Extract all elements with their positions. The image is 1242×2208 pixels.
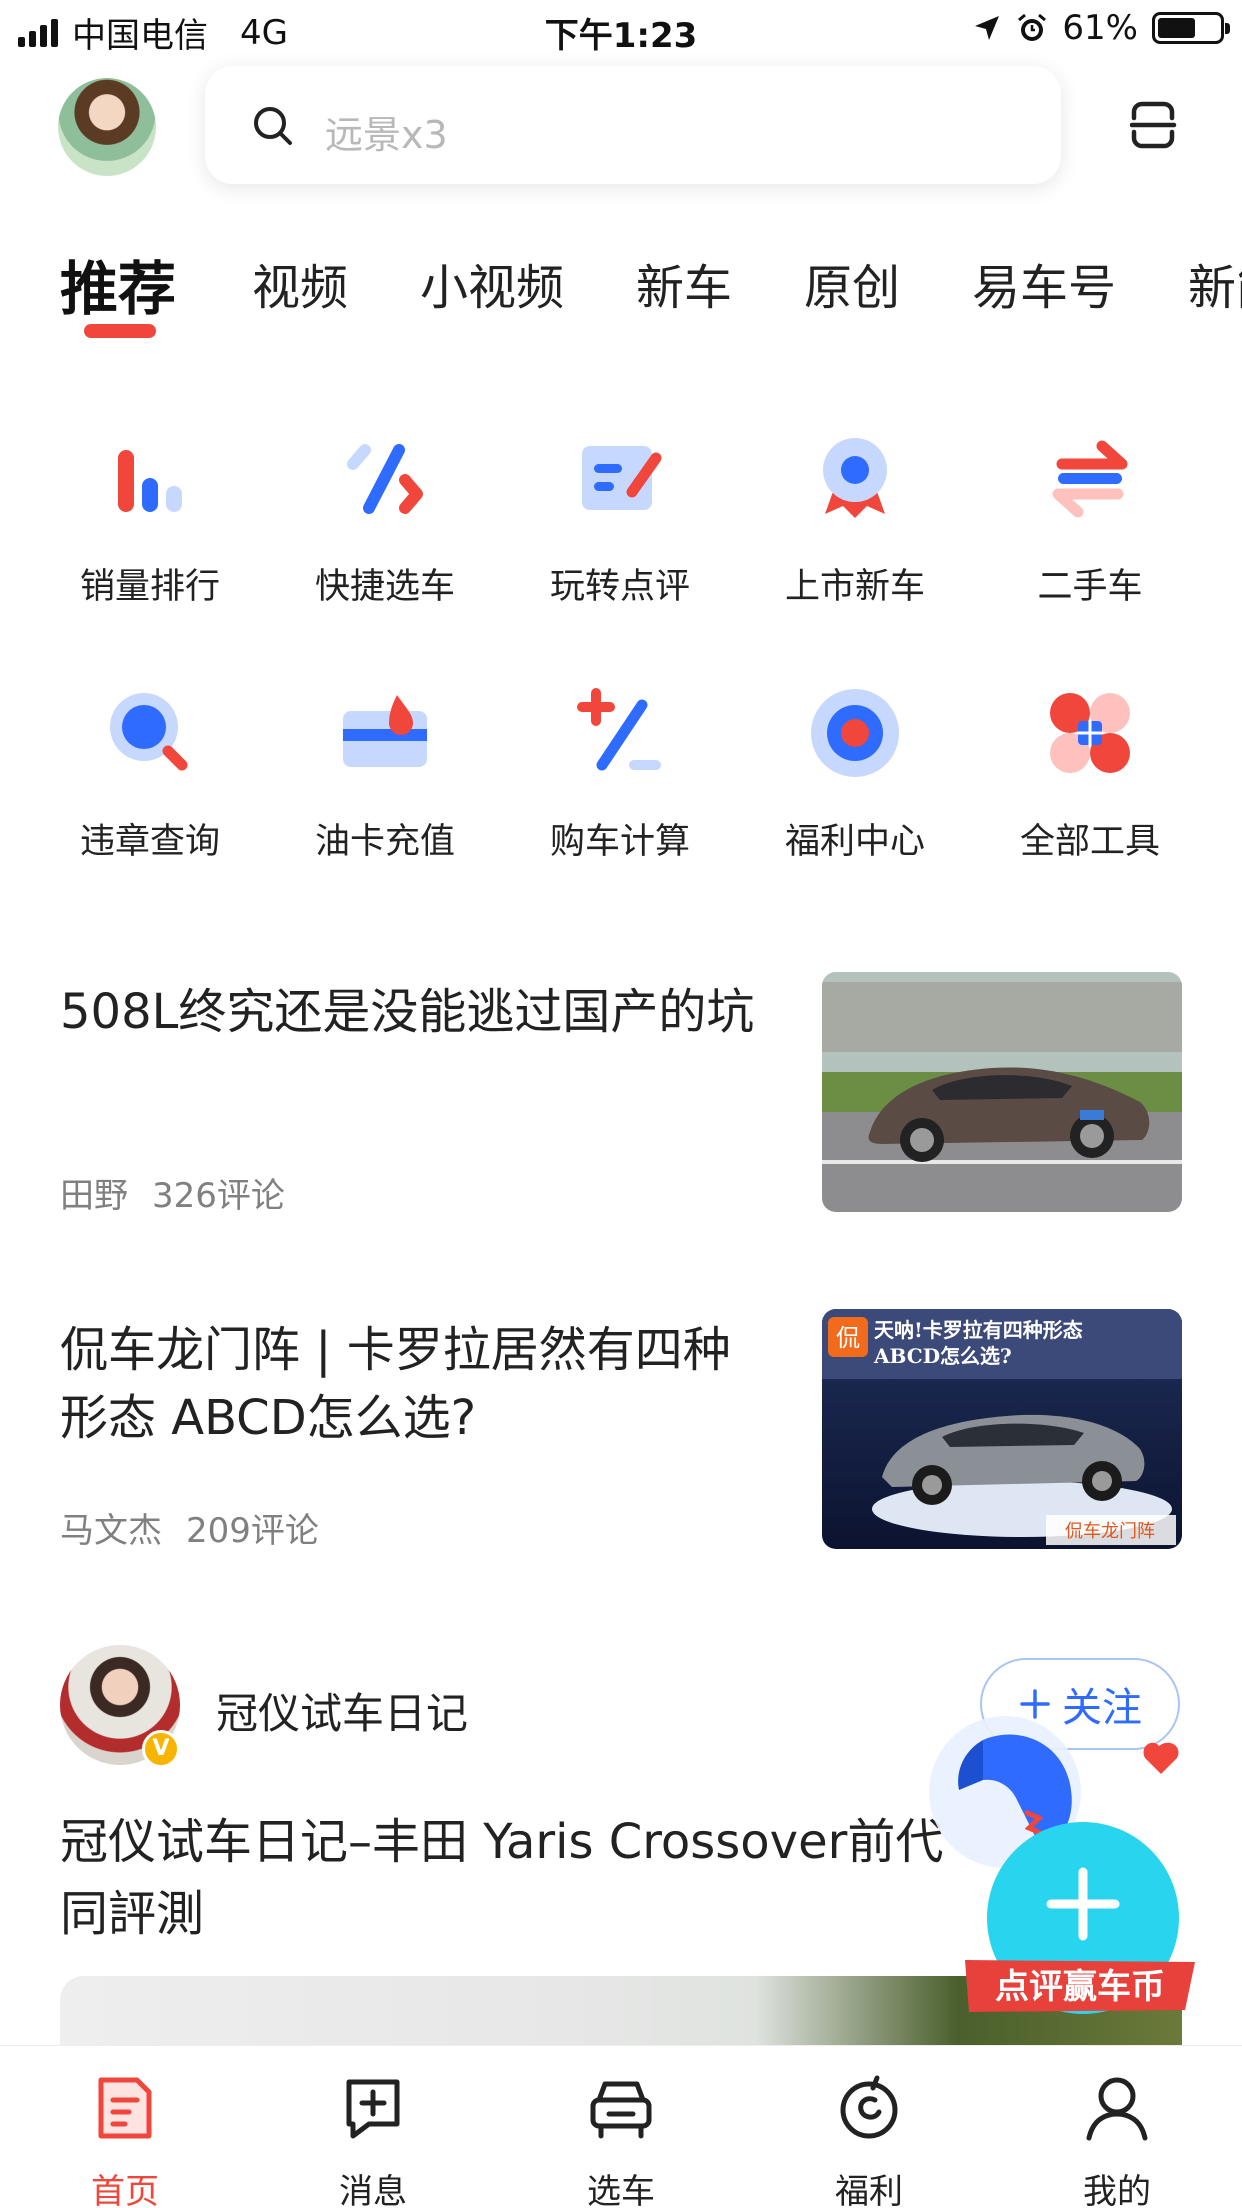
tool-label: 二手车 [1037, 567, 1143, 607]
article-meta: 田野 326评论 [60, 1168, 285, 1217]
car-photo-peugeot [822, 972, 1182, 1212]
article-thumbnail[interactable] [822, 972, 1182, 1212]
tool-label: 玩转点评 [549, 567, 690, 607]
tool-label: 油卡充值 [314, 822, 455, 862]
article-thumbnail[interactable]: 侃 天呐!卡罗拉有四种形态 ABCD怎么选? 侃车龙门阵 [822, 1309, 1182, 1549]
tool-sales-rank[interactable]: 销量排行 [32, 428, 268, 609]
tool-all-tools[interactable]: 全部工具 [972, 683, 1208, 864]
author-name[interactable]: 冠仪试车日记 [216, 1680, 468, 1741]
tab-new-energy[interactable]: 新能 [1188, 248, 1242, 318]
verified-badge: V [142, 1730, 180, 1768]
post-title[interactable]: 冠仪试车日记–丰田 Yaris Crossover前代 同評測 [60, 1806, 1060, 1950]
article-title-line: 形态 ABCD怎么选? [60, 1390, 477, 1446]
article-title-line: 508L终究还是没能逃过国产的坑 [60, 984, 755, 1040]
status-right: 61% [972, 8, 1230, 48]
message-icon [346, 2079, 400, 2139]
scan-icon[interactable] [1128, 100, 1178, 150]
article-title[interactable]: 508L终究还是没能逃过国产的坑 [60, 978, 800, 1046]
sales-rank-icon [118, 450, 182, 512]
tool-label: 快捷选车 [314, 567, 455, 607]
nav-benefit[interactable]: 福利 [789, 2070, 949, 2208]
article-author: 马文杰 [60, 1511, 162, 1551]
tool-fuel-card[interactable]: 油卡充值 [267, 683, 503, 864]
search-placeholder: 远景x3 [325, 113, 448, 157]
tool-label: 违章查询 [79, 822, 220, 862]
alarm-icon [1018, 13, 1047, 41]
mascot-icon: 点评赢车币 [929, 1716, 1195, 2014]
benefit-center-icon [811, 689, 899, 777]
used-car-arrows-icon [1052, 440, 1128, 518]
user-avatar[interactable] [58, 78, 156, 176]
thumb-logo-text: 侃 [836, 1324, 860, 1352]
category-tabs: 推荐 视频 小视频 新车 原创 易车号 新能 [0, 238, 1242, 348]
status-bar: 中国电信 4G 下午1:23 61% [0, 0, 1242, 62]
widget-label: 点评赢车币 [995, 1967, 1165, 2007]
tool-review[interactable]: 玩转点评 [502, 428, 738, 609]
thumb-headline-2: ABCD怎么选? [873, 1344, 1012, 1368]
calculator-icon [577, 688, 661, 771]
tool-label: 全部工具 [1019, 822, 1160, 862]
tool-label: 销量排行 [79, 567, 220, 607]
new-car-badge-icon [823, 438, 887, 518]
fuel-card-icon [343, 695, 427, 767]
battery-percent: 61% [1062, 8, 1138, 48]
article-comments: 209评论 [186, 1511, 319, 1551]
tool-label: 上市新车 [784, 567, 925, 607]
tool-used-car[interactable]: 二手车 [972, 428, 1208, 609]
quick-pick-icon [347, 444, 423, 514]
benefit-icon [840, 2075, 898, 2139]
thumb-headline: 天呐!卡罗拉有四种形态 [874, 1318, 1083, 1342]
tab-video[interactable]: 视频 [252, 248, 348, 318]
thumb-brand: 侃车龙门阵 [1065, 1521, 1155, 1542]
battery-fill [1158, 18, 1195, 38]
nav-label: 选车 [587, 2172, 655, 2208]
violation-search-icon [110, 693, 188, 771]
tab-recommend[interactable]: 推荐 [60, 242, 176, 326]
article-title[interactable]: 侃车龙门阵 | 卡罗拉居然有四种 形态 ABCD怎么选? [60, 1316, 800, 1452]
tool-calculator[interactable]: 购车计算 [502, 683, 738, 864]
home-icon [98, 2077, 152, 2139]
profile-icon [1086, 2077, 1148, 2141]
tab-new-car[interactable]: 新车 [636, 248, 732, 318]
review-icon [582, 446, 662, 510]
car-photo-corolla: 侃 天呐!卡罗拉有四种形态 ABCD怎么选? 侃车龙门阵 [822, 1309, 1182, 1549]
nav-label: 我的 [1083, 2172, 1151, 2208]
post-title-line: 同評測 [60, 1886, 205, 1942]
nav-label: 福利 [835, 2172, 903, 2208]
tool-benefit-center[interactable]: 福利中心 [737, 683, 973, 864]
post-title-line: 冠仪试车日记–丰田 Yaris Crossover前代 [60, 1814, 944, 1870]
tool-quick-pick[interactable]: 快捷选车 [267, 428, 503, 609]
nav-profile[interactable]: 我的 [1037, 2070, 1197, 2208]
location-icon [975, 16, 1000, 40]
tab-yiche-hao[interactable]: 易车号 [972, 248, 1116, 318]
article-comments: 326评论 [152, 1176, 285, 1216]
all-tools-icon [1050, 693, 1130, 773]
review-reward-widget[interactable]: 点评赢车币 [925, 1700, 1195, 2030]
battery-icon [1152, 12, 1230, 44]
tool-violation-search[interactable]: 违章查询 [32, 683, 268, 864]
tab-short-video[interactable]: 小视频 [420, 248, 564, 318]
tool-label: 购车计算 [549, 822, 690, 862]
tool-label: 福利中心 [784, 822, 925, 862]
nav-car-select[interactable]: 选车 [541, 2070, 701, 2208]
tab-original[interactable]: 原创 [804, 248, 900, 318]
tool-new-car-launch[interactable]: 上市新车 [737, 428, 973, 609]
article-title-line: 侃车龙门阵 | 卡罗拉居然有四种 [60, 1322, 731, 1378]
bottom-nav: 首页 消息 选车 福利 我的 [0, 2045, 1242, 2208]
nav-label: 首页 [91, 2172, 159, 2208]
tab-indicator [84, 324, 156, 338]
search-bar[interactable]: 远景x3 [205, 66, 1061, 184]
article-author: 田野 [60, 1176, 128, 1216]
nav-label: 消息 [339, 2172, 407, 2208]
nav-messages[interactable]: 消息 [293, 2070, 453, 2208]
search-icon [254, 107, 292, 145]
car-select-icon [590, 2081, 652, 2139]
nav-home[interactable]: 首页 [45, 2070, 205, 2208]
article-meta: 马文杰 209评论 [60, 1503, 319, 1552]
